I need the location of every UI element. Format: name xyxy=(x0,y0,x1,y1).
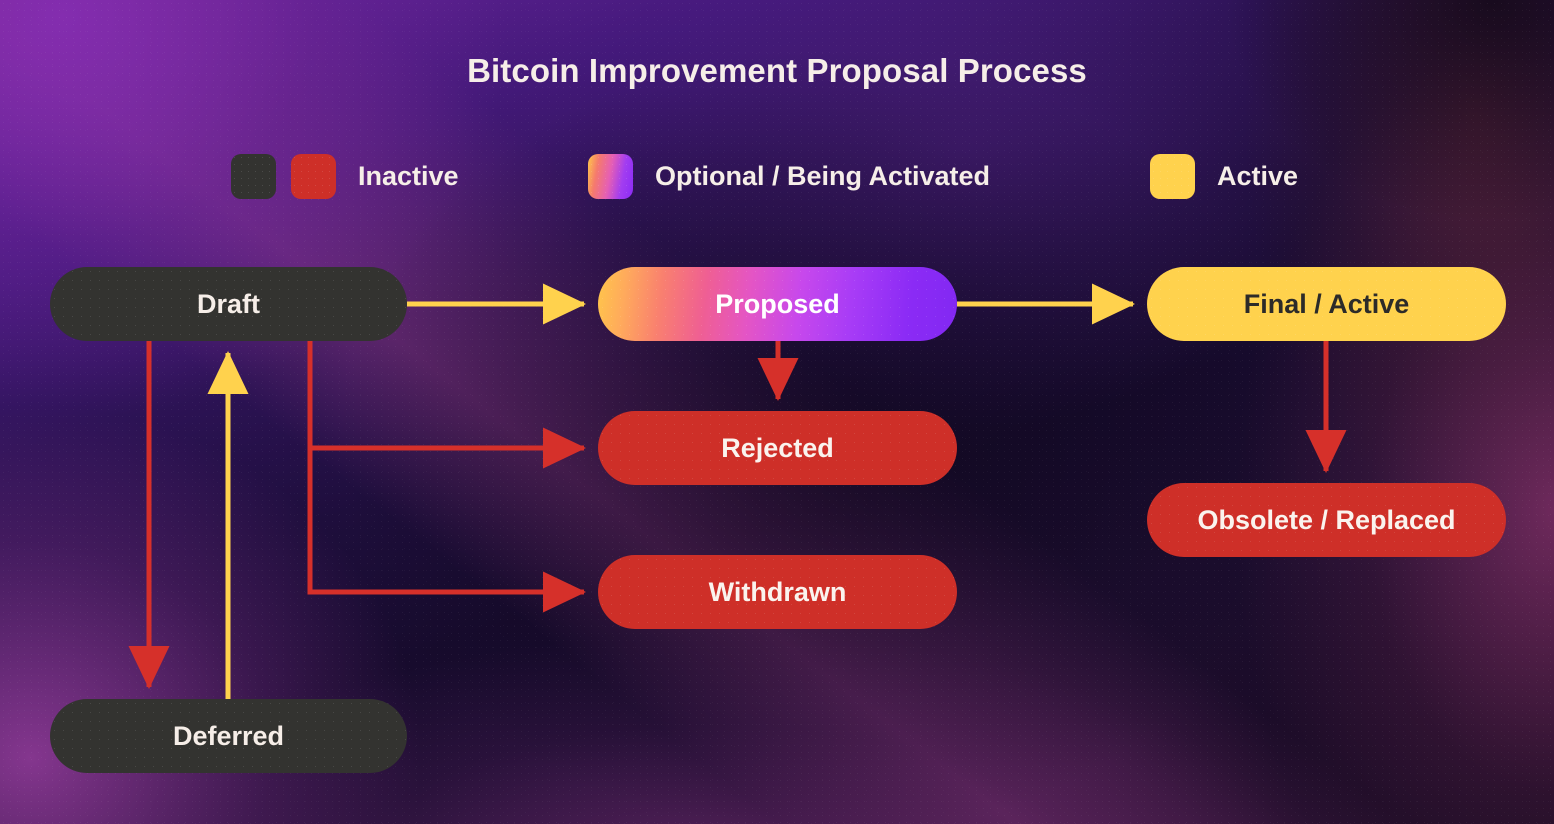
legend-item-active: Active xyxy=(1150,152,1298,200)
inactive-red-swatch-icon xyxy=(291,153,336,199)
legend-swatch-group-optional xyxy=(588,153,633,199)
node-deferred[interactable]: Deferred xyxy=(50,699,407,773)
legend-swatch-group-active xyxy=(1150,153,1195,199)
node-obsolete-replaced[interactable]: Obsolete / Replaced xyxy=(1147,483,1506,557)
active-yellow-swatch-icon xyxy=(1150,153,1195,199)
optional-gradient-swatch-icon xyxy=(588,153,633,199)
node-deferred-label: Deferred xyxy=(172,720,285,751)
legend-label-inactive: Inactive xyxy=(358,160,459,191)
page-title: Bitcoin Improvement Proposal Process xyxy=(467,52,1087,89)
legend-item-inactive: Inactive xyxy=(231,152,459,200)
legend: Inactive Optional / Being Activated Acti… xyxy=(0,152,1554,200)
node-final-active-label: Final / Active xyxy=(1243,288,1410,319)
diagram-canvas: Bitcoin Improvement Proposal Process Ina… xyxy=(0,0,1554,824)
node-final-active[interactable]: Final / Active xyxy=(1147,267,1506,341)
inactive-dark-swatch-icon xyxy=(231,153,276,199)
node-rejected[interactable]: Rejected xyxy=(598,411,957,485)
node-proposed-label: Proposed xyxy=(715,288,840,319)
legend-label-optional: Optional / Being Activated xyxy=(655,160,991,191)
node-draft[interactable]: Draft xyxy=(50,267,407,341)
node-withdrawn-label: Withdrawn xyxy=(708,576,847,607)
node-rejected-label: Rejected xyxy=(721,432,834,463)
legend-swatch-group-inactive xyxy=(231,153,336,199)
node-proposed[interactable]: Proposed xyxy=(598,267,957,341)
node-withdrawn[interactable]: Withdrawn xyxy=(598,555,957,629)
edge-draft-to-withdrawn xyxy=(307,341,587,613)
legend-item-optional: Optional / Being Activated xyxy=(588,152,990,200)
legend-label-active: Active xyxy=(1217,160,1299,191)
node-obsolete-replaced-label: Obsolete / Replaced xyxy=(1197,504,1456,535)
edge-draft-to-rejected xyxy=(307,341,587,469)
node-draft-label: Draft xyxy=(196,288,260,319)
